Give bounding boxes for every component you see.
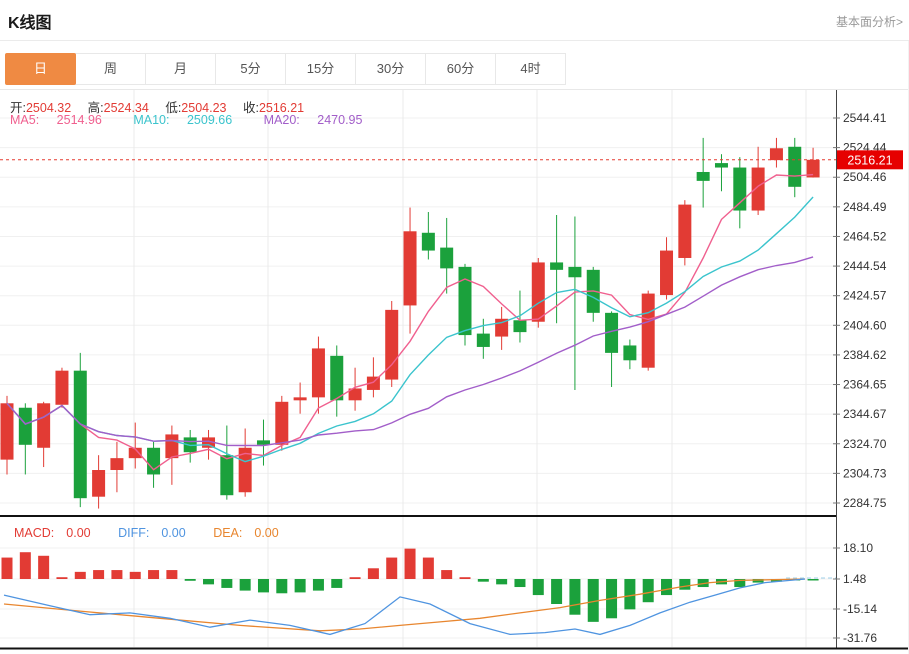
svg-text:2444.54: 2444.54: [843, 259, 887, 273]
ma5-readout: MA5: 2514.96: [10, 113, 116, 127]
svg-text:2544.41: 2544.41: [843, 111, 887, 125]
ma10-readout: MA10: 2509.66: [133, 113, 246, 127]
svg-text:1.48: 1.48: [843, 572, 867, 586]
svg-text:2304.73: 2304.73: [843, 466, 887, 480]
svg-text:2284.75: 2284.75: [843, 496, 887, 510]
divider: [0, 40, 909, 41]
dea-value: DEA:0.00: [213, 526, 291, 540]
tab-month[interactable]: 月: [145, 53, 216, 85]
svg-text:2364.65: 2364.65: [843, 378, 887, 392]
candlestick-chart: 2544.412524.442504.462484.492464.522444.…: [0, 90, 909, 517]
macd-readout: MACD:0.00 DIFF:0.00 DEA:0.00: [14, 526, 303, 540]
svg-text:2484.49: 2484.49: [843, 200, 887, 214]
svg-text:2424.57: 2424.57: [843, 289, 887, 303]
svg-text:-15.14: -15.14: [843, 602, 877, 616]
diff-value: DIFF:0.00: [118, 526, 198, 540]
tab-60min[interactable]: 60分: [425, 53, 496, 85]
tab-5min[interactable]: 5分: [215, 53, 286, 85]
svg-text:2384.62: 2384.62: [843, 348, 887, 362]
svg-text:2324.70: 2324.70: [843, 437, 887, 451]
fundamental-analysis-link[interactable]: 基本面分析>: [836, 13, 903, 30]
ma-readout: MA5: 2514.96 MA10: 2509.66 MA20: 2470.95: [10, 113, 390, 127]
macd-value: MACD:0.00: [14, 526, 103, 540]
svg-text:-31.76: -31.76: [843, 631, 877, 645]
chart-area: 2544.412524.442504.462484.492464.522444.…: [0, 90, 909, 654]
svg-text:2516.21: 2516.21: [847, 153, 892, 167]
tab-30min[interactable]: 30分: [355, 53, 426, 85]
tab-15min[interactable]: 15分: [285, 53, 356, 85]
svg-text:2344.67: 2344.67: [843, 407, 887, 421]
period-tabbar: 日 周 月 5分 15分 30分 60分 4时: [6, 53, 566, 85]
kline-widget: K线图 基本面分析> 日 周 月 5分 15分 30分 60分 4时 开:250…: [0, 0, 909, 654]
svg-text:2464.52: 2464.52: [843, 229, 887, 243]
svg-text:18.10: 18.10: [843, 541, 873, 555]
ma20-readout: MA20: 2470.95: [264, 113, 377, 127]
tab-week[interactable]: 周: [75, 53, 146, 85]
svg-text:2504.46: 2504.46: [843, 170, 887, 184]
tab-4hour[interactable]: 4时: [495, 53, 566, 85]
page-title: K线图: [8, 9, 52, 33]
tab-day[interactable]: 日: [5, 53, 76, 85]
svg-text:2404.60: 2404.60: [843, 318, 887, 332]
